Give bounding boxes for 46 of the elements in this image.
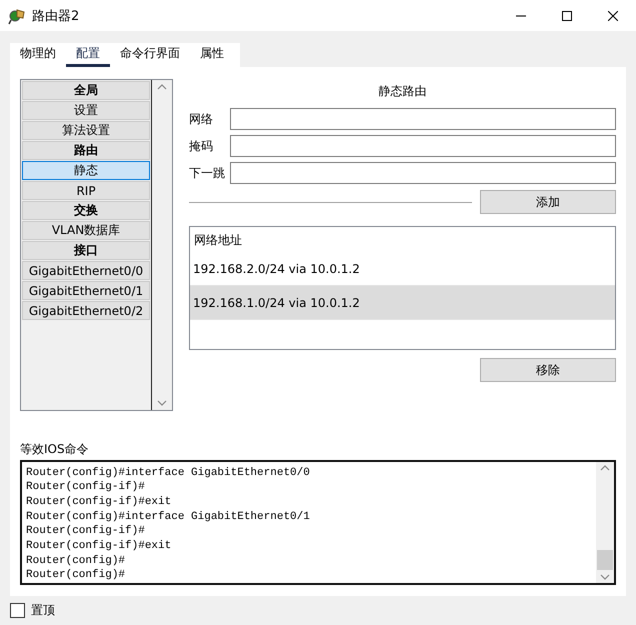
checkbox-label: 置顶	[31, 602, 55, 619]
close-icon	[608, 10, 618, 20]
checkbox[interactable]	[10, 603, 25, 618]
field-label: 下一跳	[189, 164, 226, 182]
tab[interactable]: 命令行界面	[110, 43, 190, 67]
sidebar-item[interactable]: GigabitEthernet0/2	[22, 301, 150, 320]
tab[interactable]: 物理的	[10, 43, 66, 67]
scroll-thumb[interactable]	[597, 550, 613, 570]
console-line: Router(config)#interface GigabitEthernet0/0	[26, 466, 311, 480]
add-button[interactable]: 添加	[480, 190, 616, 214]
sidebar-header[interactable]: 接口	[22, 241, 150, 260]
sidebar-header[interactable]: 路由	[22, 141, 150, 160]
scroll-down-icon[interactable]	[600, 574, 610, 580]
remove-button[interactable]: 移除	[480, 358, 616, 382]
scroll-down-icon[interactable]	[157, 400, 167, 406]
console-line: Router(config-if)#exit	[26, 538, 172, 554]
table-row[interactable]: 192.168.1.0/24 via 10.0.1.2	[190, 286, 615, 320]
console-line: Router(config)#	[26, 568, 126, 583]
field-label: 网络	[189, 110, 214, 128]
window-title: 路由器2	[32, 8, 80, 24]
sidebar-header[interactable]: 交换	[22, 201, 150, 220]
input-field[interactable]	[230, 135, 616, 157]
table-header: 网络地址	[193, 232, 243, 249]
sidebar-item[interactable]: GigabitEthernet0/1	[22, 281, 150, 300]
field-label: 掩码	[189, 138, 214, 154]
router-icon	[8, 6, 26, 24]
console-line: Router(config-if)#exit	[26, 494, 172, 510]
console-line: Router(config-if)#	[26, 524, 146, 539]
input-field[interactable]	[230, 108, 616, 130]
console-line: Router(config)#interface GigabitEthernet0/1	[26, 510, 311, 524]
sidebar-item[interactable]: GigabitEthernet0/0	[22, 261, 150, 280]
sidebar-item[interactable]: 算法设置	[22, 121, 150, 140]
sidebar-item[interactable]: 静态	[22, 161, 150, 180]
scroll-up-icon[interactable]	[600, 465, 610, 471]
sidebar-item[interactable]: 设置	[22, 101, 150, 120]
input-field[interactable]	[230, 162, 616, 184]
console-line: Router(config)#	[26, 554, 126, 568]
sidebar-header[interactable]: 全局	[22, 81, 150, 100]
maximize-icon	[562, 10, 572, 20]
console-label: 等效IOS命令	[20, 441, 89, 458]
section-title: 静态路由	[378, 83, 426, 100]
scroll-up-icon[interactable]	[157, 84, 167, 90]
sidebar-item[interactable]: RIP	[22, 181, 150, 200]
tab[interactable]: 属性	[190, 43, 234, 67]
sidebar-item[interactable]: VLAN数据库	[22, 221, 150, 240]
console-line: Router(config-if)#	[26, 480, 146, 495]
